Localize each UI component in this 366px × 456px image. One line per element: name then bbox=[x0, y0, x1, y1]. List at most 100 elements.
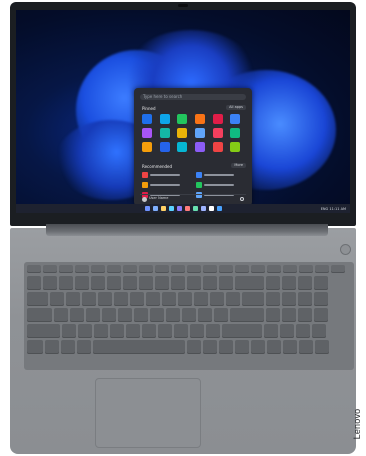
key[interactable] bbox=[187, 265, 201, 273]
key[interactable] bbox=[190, 324, 204, 338]
pinned-app-icon[interactable] bbox=[195, 142, 205, 152]
key[interactable] bbox=[226, 292, 240, 306]
arrow-right-key[interactable] bbox=[251, 340, 265, 354]
key[interactable] bbox=[266, 276, 280, 290]
key[interactable] bbox=[210, 292, 224, 306]
key[interactable] bbox=[298, 276, 312, 290]
key[interactable] bbox=[315, 265, 329, 273]
key[interactable] bbox=[155, 265, 169, 273]
key[interactable] bbox=[214, 308, 228, 322]
key[interactable] bbox=[142, 324, 156, 338]
key[interactable] bbox=[219, 276, 233, 290]
key[interactable] bbox=[299, 265, 313, 273]
key[interactable] bbox=[91, 265, 105, 273]
taskbar-app-icon[interactable] bbox=[176, 206, 182, 211]
key[interactable] bbox=[267, 340, 281, 354]
key[interactable] bbox=[27, 276, 41, 290]
windows-key[interactable] bbox=[61, 340, 75, 354]
key[interactable] bbox=[27, 265, 41, 273]
key[interactable] bbox=[314, 308, 328, 322]
key[interactable] bbox=[282, 276, 296, 290]
more-button[interactable]: More bbox=[231, 163, 246, 168]
key[interactable] bbox=[283, 340, 297, 354]
key[interactable] bbox=[174, 324, 188, 338]
key[interactable] bbox=[198, 308, 212, 322]
key[interactable] bbox=[203, 276, 217, 290]
key[interactable] bbox=[203, 265, 217, 273]
caps-lock-key[interactable] bbox=[27, 308, 52, 322]
pinned-app-icon[interactable] bbox=[177, 114, 188, 124]
key[interactable] bbox=[78, 324, 92, 338]
key[interactable] bbox=[62, 324, 76, 338]
pinned-app-icon[interactable] bbox=[230, 114, 241, 124]
key[interactable] bbox=[82, 292, 96, 306]
user-name[interactable]: User Name bbox=[149, 196, 168, 200]
key[interactable] bbox=[59, 276, 73, 290]
key[interactable] bbox=[98, 292, 112, 306]
key[interactable] bbox=[296, 324, 310, 338]
taskbar-app-icon[interactable] bbox=[152, 206, 158, 211]
key[interactable] bbox=[282, 308, 296, 322]
pinned-app-icon[interactable] bbox=[142, 128, 152, 138]
key[interactable] bbox=[118, 308, 132, 322]
taskbar-app-icon[interactable] bbox=[144, 206, 150, 211]
key[interactable] bbox=[54, 308, 68, 322]
pinned-app-icon[interactable] bbox=[195, 114, 205, 124]
arrow-updown-key[interactable] bbox=[235, 340, 249, 354]
power-button[interactable] bbox=[340, 244, 351, 255]
system-tray-clock[interactable]: ENG 11:11 AM bbox=[321, 207, 346, 211]
key[interactable] bbox=[331, 265, 345, 273]
taskbar-app-icon[interactable] bbox=[216, 206, 222, 211]
key[interactable] bbox=[114, 292, 128, 306]
key[interactable] bbox=[162, 292, 176, 306]
arrow-left-key[interactable] bbox=[219, 340, 233, 354]
alt-key[interactable] bbox=[77, 340, 91, 354]
key[interactable] bbox=[66, 292, 80, 306]
key[interactable] bbox=[298, 308, 312, 322]
key[interactable] bbox=[298, 292, 312, 306]
key[interactable] bbox=[182, 308, 196, 322]
taskbar-app-icon[interactable] bbox=[192, 206, 198, 211]
key[interactable] bbox=[187, 276, 201, 290]
key[interactable] bbox=[312, 324, 326, 338]
spacebar[interactable] bbox=[93, 340, 185, 354]
pinned-app-icon[interactable] bbox=[177, 128, 188, 138]
key[interactable] bbox=[314, 276, 328, 290]
key[interactable] bbox=[251, 265, 265, 273]
pinned-app-icon[interactable] bbox=[212, 128, 223, 138]
key[interactable] bbox=[75, 276, 89, 290]
ctrl-key[interactable] bbox=[27, 340, 43, 354]
pinned-app-icon[interactable] bbox=[142, 114, 152, 124]
power-icon[interactable] bbox=[240, 197, 244, 201]
key[interactable] bbox=[171, 265, 185, 273]
user-avatar-icon[interactable] bbox=[142, 197, 147, 202]
key[interactable] bbox=[235, 265, 249, 273]
pinned-app-icon[interactable] bbox=[142, 142, 152, 152]
taskbar-app-icon[interactable] bbox=[184, 206, 190, 211]
pinned-app-icon[interactable] bbox=[159, 128, 170, 138]
start-search-input[interactable]: Type here to search bbox=[140, 94, 246, 100]
fn-key[interactable] bbox=[45, 340, 59, 354]
key[interactable] bbox=[299, 340, 313, 354]
key[interactable] bbox=[150, 308, 164, 322]
backspace-key[interactable] bbox=[235, 276, 264, 290]
key[interactable] bbox=[94, 324, 108, 338]
key[interactable] bbox=[315, 340, 329, 354]
key[interactable] bbox=[123, 276, 137, 290]
key[interactable] bbox=[267, 265, 281, 273]
key[interactable] bbox=[123, 265, 137, 273]
touchpad[interactable] bbox=[95, 378, 201, 448]
recommended-item[interactable] bbox=[196, 172, 244, 178]
key[interactable] bbox=[86, 308, 100, 322]
pinned-app-icon[interactable] bbox=[177, 142, 188, 152]
key[interactable] bbox=[158, 324, 172, 338]
key[interactable] bbox=[314, 292, 328, 306]
key[interactable] bbox=[43, 265, 57, 273]
key[interactable] bbox=[107, 265, 121, 273]
key[interactable] bbox=[75, 265, 89, 273]
all-apps-button[interactable]: All apps bbox=[226, 105, 246, 110]
key[interactable] bbox=[146, 292, 160, 306]
key[interactable] bbox=[282, 292, 296, 306]
recommended-item[interactable] bbox=[196, 182, 244, 188]
key[interactable] bbox=[178, 292, 192, 306]
